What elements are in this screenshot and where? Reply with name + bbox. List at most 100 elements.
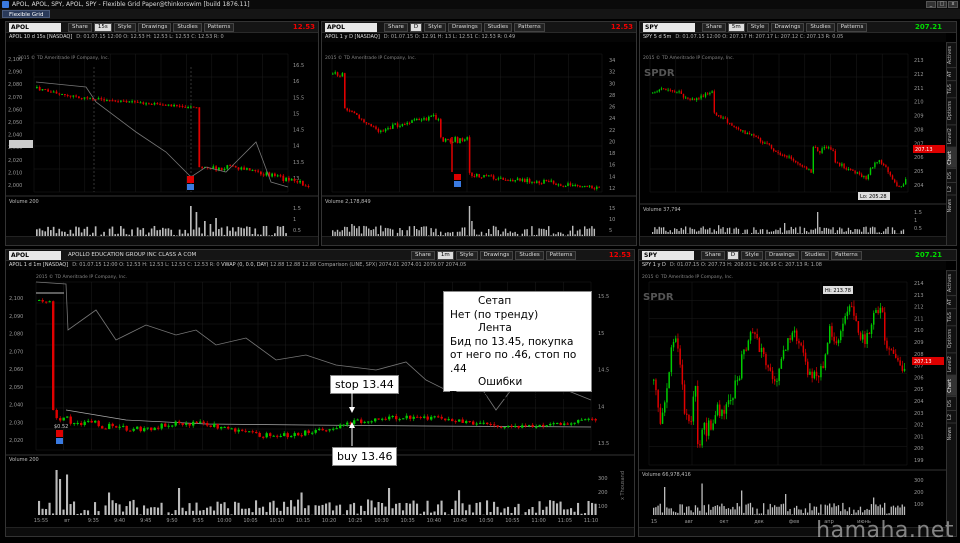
- side-tab-ds[interactable]: DS: [947, 168, 957, 182]
- style-button[interactable]: Style: [424, 23, 446, 32]
- studies-button[interactable]: Studies: [173, 23, 201, 32]
- price-axis-right-label: 13.5: [598, 441, 609, 447]
- patterns-button[interactable]: Patterns: [837, 23, 868, 32]
- price-chart[interactable]: 2,1002,0902,0802,0702,0602,0502,0402,030…: [6, 42, 319, 238]
- close-button[interactable]: x: [948, 1, 958, 8]
- side-tab-at[interactable]: AT: [947, 67, 957, 80]
- volume-bar: [591, 503, 593, 515]
- studies-button[interactable]: Studies: [484, 23, 512, 32]
- tab-flexible-grid[interactable]: Flexible Grid: [2, 10, 50, 18]
- share-button[interactable]: Share: [68, 23, 92, 32]
- spy-5m-candle: [868, 175, 869, 179]
- share-button[interactable]: Share: [701, 251, 725, 260]
- side-tab-news[interactable]: News: [947, 195, 957, 216]
- apol-1m-candle: [241, 430, 243, 431]
- aggregation-select[interactable]: 15s: [94, 23, 112, 32]
- side-tab-level2[interactable]: Level2: [947, 352, 957, 375]
- aggregation-select[interactable]: 5m: [728, 23, 745, 32]
- symbol-input[interactable]: APOL: [9, 251, 61, 260]
- patterns-button[interactable]: Patterns: [204, 23, 235, 32]
- maximize-button[interactable]: □: [937, 1, 947, 8]
- volume-bar: [388, 488, 390, 515]
- drawings-button[interactable]: Drawings: [448, 23, 482, 32]
- side-tab-ts[interactable]: T&S: [947, 308, 957, 325]
- apol-daily-candle: [438, 119, 440, 120]
- symbol-input[interactable]: SPY: [643, 23, 695, 32]
- price-chart[interactable]: 2132122112102092082072062052042015 © TD …: [640, 42, 948, 238]
- volume-axis-label: 1.5: [293, 206, 301, 212]
- price-axis-left-label: 2,040: [8, 133, 22, 139]
- drawings-button[interactable]: Drawings: [765, 251, 799, 260]
- aggregation-select[interactable]: 1m: [437, 251, 454, 260]
- apol-1m-candle: [203, 422, 205, 423]
- symbol-input[interactable]: APOL: [325, 23, 377, 32]
- price-axis-right-label: 14: [609, 174, 615, 180]
- volume-bar: [811, 510, 812, 515]
- studies-button[interactable]: Studies: [801, 251, 829, 260]
- symbol-input[interactable]: APOL: [9, 23, 61, 32]
- chart-panel-apol-intraday: APOL Share 15s Style Drawings Studies Pa…: [5, 21, 319, 246]
- drawings-button[interactable]: Drawings: [771, 23, 805, 32]
- side-tab-chart[interactable]: Chart: [947, 375, 957, 396]
- style-button[interactable]: Style: [114, 23, 136, 32]
- studies-button[interactable]: Studies: [806, 23, 834, 32]
- minimize-button[interactable]: _: [926, 1, 936, 8]
- patterns-button[interactable]: Patterns: [831, 251, 862, 260]
- side-tab-ts[interactable]: T&S: [947, 80, 957, 97]
- patterns-button[interactable]: Patterns: [514, 23, 545, 32]
- style-button[interactable]: Style: [747, 23, 769, 32]
- side-tab-options[interactable]: Options: [947, 325, 957, 351]
- apol-daily-candle: [490, 175, 492, 176]
- volume-bar: [683, 230, 684, 234]
- apol-daily-candle: [476, 174, 478, 176]
- apol-15s-candle: [75, 96, 77, 97]
- share-button[interactable]: Share: [411, 251, 435, 260]
- apol-daily-candle: [546, 180, 548, 181]
- price-chart[interactable]: 3432302826242220181614122015 © TD Amerit…: [322, 42, 637, 238]
- spy-5m-candle: [749, 133, 750, 134]
- patterns-button[interactable]: Patterns: [546, 251, 577, 260]
- symbol-input[interactable]: SPY: [642, 251, 694, 260]
- price-axis-right-label: 212: [914, 305, 924, 311]
- apol-15s-candle: [299, 181, 301, 183]
- apol-1m-candle: [87, 421, 89, 422]
- drawings-button[interactable]: Drawings: [138, 23, 172, 32]
- side-tab-l2[interactable]: L2: [947, 182, 957, 195]
- studies-button[interactable]: Studies: [515, 251, 543, 260]
- price-axis-right-label: 14: [598, 404, 604, 410]
- drawings-button[interactable]: Drawings: [480, 251, 514, 260]
- side-tab-news[interactable]: News: [947, 423, 957, 444]
- price-axis-right-label: 211: [914, 316, 924, 322]
- apol-daily-candle: [363, 119, 365, 122]
- side-tab-actives[interactable]: Actives: [947, 270, 957, 295]
- share-button[interactable]: Share: [384, 23, 408, 32]
- volume-bar: [819, 227, 820, 234]
- side-tab-chart[interactable]: Chart: [947, 147, 957, 168]
- side-tab-actives[interactable]: Actives: [947, 42, 957, 67]
- chart-description: APOL 10 d 15s [NASDAQ]: [9, 34, 72, 40]
- spy-daily-candle: [655, 380, 657, 391]
- side-tab-l2[interactable]: L2: [947, 410, 957, 423]
- volume-bar: [786, 231, 787, 234]
- side-tab-at[interactable]: AT: [947, 295, 957, 308]
- volume-bar: [874, 227, 875, 234]
- spy-daily-candle: [781, 359, 783, 369]
- price-chart[interactable]: 2142132122112102092082072062052042032022…: [639, 270, 948, 529]
- side-tab-level2[interactable]: Level2: [947, 124, 957, 147]
- aggregation-select[interactable]: D: [410, 23, 422, 32]
- volume-bar: [667, 232, 668, 234]
- style-button[interactable]: Style: [741, 251, 763, 260]
- side-tab-options[interactable]: Options: [947, 97, 957, 123]
- apol-15s-candle: [106, 100, 108, 101]
- aggregation-select[interactable]: D: [727, 251, 739, 260]
- style-button[interactable]: Style: [456, 251, 478, 260]
- side-tab-ds[interactable]: DS: [947, 396, 957, 410]
- panel-header: SPY Share D Style Drawings Studies Patte…: [639, 250, 956, 261]
- volume-bar: [77, 514, 79, 515]
- volume-bar: [652, 232, 653, 234]
- spy-5m-candle: [887, 167, 888, 172]
- price-axis-right-label: 206: [914, 155, 924, 161]
- volume-bar: [133, 500, 135, 515]
- share-button[interactable]: Share: [702, 23, 726, 32]
- apol-1m-candle: [563, 424, 565, 425]
